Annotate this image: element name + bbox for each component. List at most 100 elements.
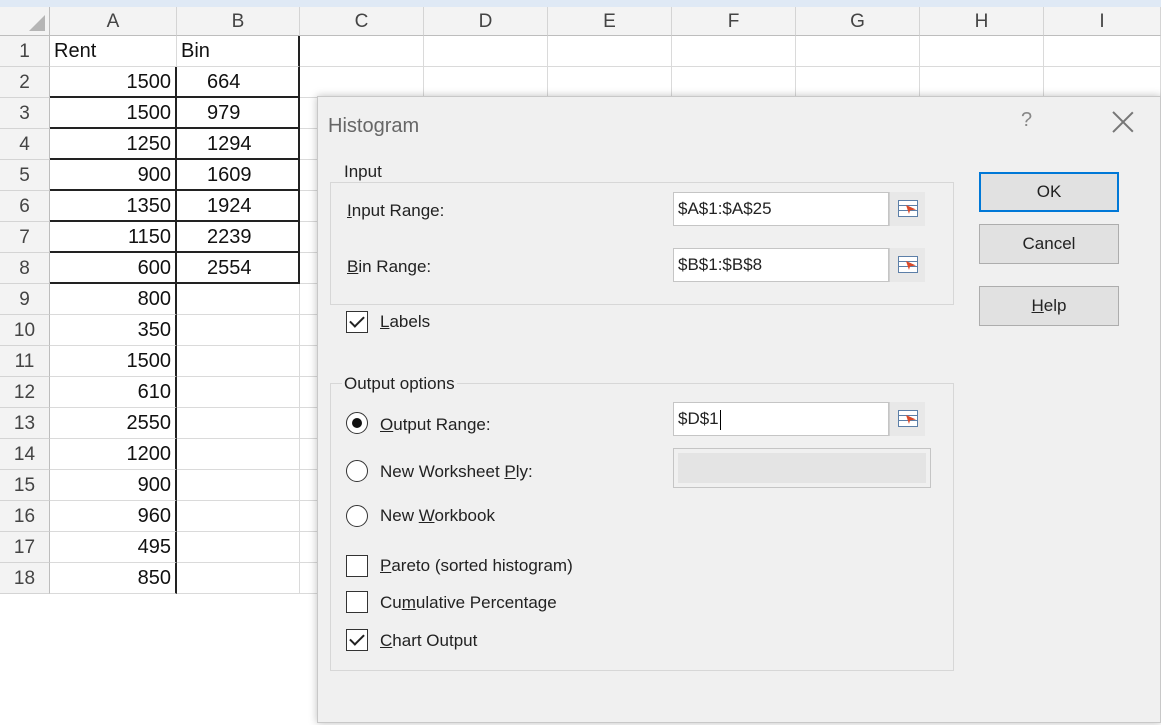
cell-a16[interactable]: 960: [50, 501, 177, 532]
cell[interactable]: [300, 36, 424, 67]
cell-a11[interactable]: 1500: [50, 346, 177, 377]
cell-a4[interactable]: 1250: [50, 129, 177, 160]
column-header-g[interactable]: G: [796, 7, 920, 36]
row-header[interactable]: 11: [0, 346, 50, 377]
cell-a17[interactable]: 495: [50, 532, 177, 563]
row-header[interactable]: 2: [0, 67, 50, 98]
cell[interactable]: [1044, 67, 1161, 98]
cell[interactable]: [920, 67, 1044, 98]
cell-a1[interactable]: Rent: [50, 36, 177, 67]
cell-b15[interactable]: [177, 470, 300, 501]
output-range-radio[interactable]: [346, 412, 368, 434]
column-header-h[interactable]: H: [920, 7, 1044, 36]
cell-b8[interactable]: 2554: [177, 253, 300, 284]
row-header[interactable]: 6: [0, 191, 50, 222]
row-header[interactable]: 17: [0, 532, 50, 563]
select-all-corner[interactable]: [0, 7, 50, 36]
cell-a6[interactable]: 1350: [50, 191, 177, 222]
column-header-b[interactable]: B: [177, 7, 300, 36]
cell-b14[interactable]: [177, 439, 300, 470]
input-range-field[interactable]: $A$1:$A$25: [673, 192, 889, 226]
labels-checkbox[interactable]: [346, 311, 368, 333]
cell[interactable]: [672, 36, 796, 67]
cumulative-percentage-checkbox[interactable]: [346, 591, 368, 613]
cell-a9[interactable]: 800: [50, 284, 177, 315]
cell-b6[interactable]: 1924: [177, 191, 300, 222]
ok-button[interactable]: OK: [979, 172, 1119, 212]
output-options-label: Output options: [342, 374, 457, 394]
cell-b5[interactable]: 1609: [177, 160, 300, 191]
bin-range-collapse-button[interactable]: [889, 248, 925, 282]
new-workbook-radio[interactable]: [346, 505, 368, 527]
cell-a8[interactable]: 600: [50, 253, 177, 284]
column-header-c[interactable]: C: [300, 7, 424, 36]
column-header-i[interactable]: I: [1044, 7, 1161, 36]
cell-b10[interactable]: [177, 315, 300, 346]
cell-b9[interactable]: [177, 284, 300, 315]
cell[interactable]: [424, 67, 548, 98]
bin-range-field[interactable]: $B$1:$B$8: [673, 248, 889, 282]
histogram-dialog: Histogram ? Input Input Range: $A$1:$A$2…: [317, 96, 1161, 723]
cell-b13[interactable]: [177, 408, 300, 439]
row-header[interactable]: 18: [0, 563, 50, 594]
column-header-e[interactable]: E: [548, 7, 672, 36]
chart-output-checkbox[interactable]: [346, 629, 368, 651]
cell-a12[interactable]: 610: [50, 377, 177, 408]
cell-a3[interactable]: 1500: [50, 98, 177, 129]
cell-a5[interactable]: 900: [50, 160, 177, 191]
help-question-icon[interactable]: ?: [1021, 109, 1032, 132]
cell-b4[interactable]: 1294: [177, 129, 300, 160]
cell[interactable]: [672, 67, 796, 98]
cell-b7[interactable]: 2239: [177, 222, 300, 253]
cell-b12[interactable]: [177, 377, 300, 408]
cancel-button[interactable]: Cancel: [979, 224, 1119, 264]
cell-a14[interactable]: 1200: [50, 439, 177, 470]
cell-b18[interactable]: [177, 563, 300, 594]
cell[interactable]: [548, 36, 672, 67]
cell[interactable]: [300, 67, 424, 98]
cell-a15[interactable]: 900: [50, 470, 177, 501]
cell[interactable]: [424, 36, 548, 67]
cell[interactable]: [1044, 36, 1161, 67]
cell[interactable]: [796, 67, 920, 98]
cell[interactable]: [796, 36, 920, 67]
cell-a7[interactable]: 1150: [50, 222, 177, 253]
cell-b1[interactable]: Bin: [177, 36, 300, 67]
cell-b11[interactable]: [177, 346, 300, 377]
row-header[interactable]: 8: [0, 253, 50, 284]
cell-b16[interactable]: [177, 501, 300, 532]
row-header[interactable]: 9: [0, 284, 50, 315]
new-worksheet-ply-radio[interactable]: [346, 460, 368, 482]
range-selector-icon: [898, 200, 918, 217]
input-range-collapse-button[interactable]: [889, 192, 925, 226]
row-header[interactable]: 10: [0, 315, 50, 346]
row-header[interactable]: 16: [0, 501, 50, 532]
column-header-a[interactable]: A: [50, 7, 177, 36]
row-header[interactable]: 7: [0, 222, 50, 253]
close-icon[interactable]: [1112, 111, 1134, 133]
cell-b3[interactable]: 979: [177, 98, 300, 129]
cell[interactable]: [920, 36, 1044, 67]
pareto-checkbox[interactable]: [346, 555, 368, 577]
cell-a18[interactable]: 850: [50, 563, 177, 594]
cell-a10[interactable]: 350: [50, 315, 177, 346]
row-header[interactable]: 1: [0, 36, 50, 67]
row-header[interactable]: 3: [0, 98, 50, 129]
row-header[interactable]: 5: [0, 160, 50, 191]
cell-b2[interactable]: 664: [177, 67, 300, 98]
output-range-collapse-button[interactable]: [889, 402, 925, 436]
cell-a2[interactable]: 1500: [50, 67, 177, 98]
row-header[interactable]: 4: [0, 129, 50, 160]
row-header[interactable]: 15: [0, 470, 50, 501]
column-header-d[interactable]: D: [424, 7, 548, 36]
column-header-f[interactable]: F: [672, 7, 796, 36]
output-range-field[interactable]: $D$1: [673, 402, 889, 436]
cell-a13[interactable]: 2550: [50, 408, 177, 439]
row-header[interactable]: 13: [0, 408, 50, 439]
new-worksheet-ply-field[interactable]: [673, 448, 931, 488]
cell[interactable]: [548, 67, 672, 98]
help-button[interactable]: Help: [979, 286, 1119, 326]
row-header[interactable]: 12: [0, 377, 50, 408]
row-header[interactable]: 14: [0, 439, 50, 470]
cell-b17[interactable]: [177, 532, 300, 563]
